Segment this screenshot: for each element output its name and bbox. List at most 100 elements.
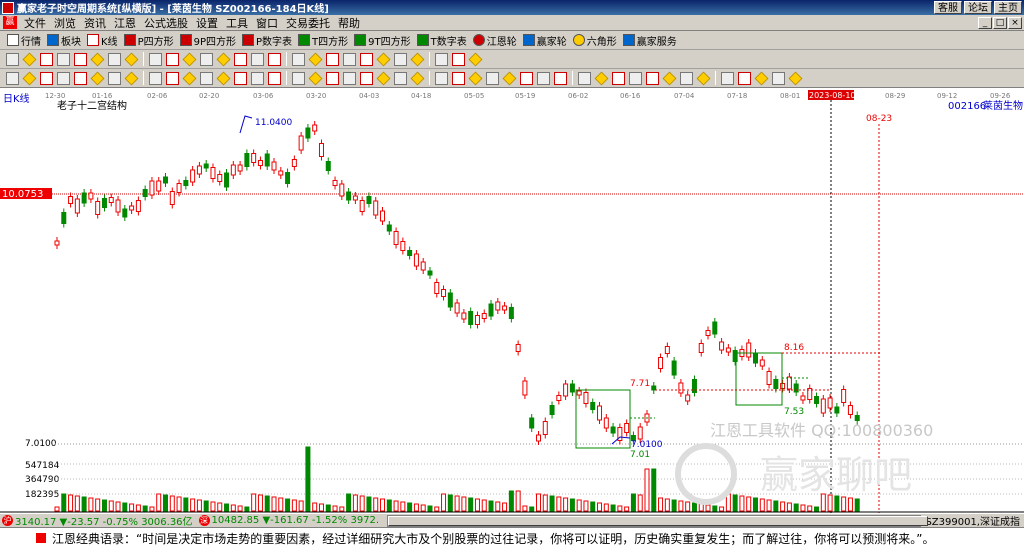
analysis-tool-1-icon[interactable] — [22, 71, 37, 85]
draw-tool-2-icon[interactable] — [40, 52, 53, 66]
analysis-tool-49-icon[interactable] — [788, 71, 803, 85]
analysis-tool-32-icon[interactable] — [520, 71, 533, 85]
draw-tool-11-icon[interactable] — [182, 52, 197, 66]
menu-help[interactable]: 帮助 — [334, 15, 364, 31]
analysis-tool-46-icon[interactable] — [738, 71, 751, 85]
analysis-tool-34-icon[interactable] — [554, 71, 567, 85]
analysis-tool-29-icon[interactable] — [468, 71, 483, 85]
analysis-tool-38-icon[interactable] — [612, 71, 625, 85]
draw-tool-1-icon[interactable] — [22, 52, 37, 66]
analysis-tool-6-icon[interactable] — [108, 71, 121, 85]
analysis-tool-20-icon[interactable] — [326, 71, 339, 85]
analysis-tool-16-icon[interactable] — [268, 71, 281, 85]
kline-button[interactable]: K线 — [84, 33, 121, 48]
analysis-tool-10-icon[interactable] — [166, 71, 179, 85]
winner-service-button[interactable]: 赢家服务 — [620, 33, 680, 48]
analysis-tool-33-icon[interactable] — [537, 71, 550, 85]
analysis-tool-15-icon[interactable] — [251, 71, 264, 85]
analysis-tool-36-icon[interactable] — [578, 71, 591, 85]
analysis-tool-3-icon[interactable] — [57, 71, 70, 85]
analysis-tool-19-icon[interactable] — [308, 71, 323, 85]
draw-tool-19-icon[interactable] — [308, 52, 323, 66]
scrollbar-thumb[interactable] — [388, 515, 929, 526]
9p-square-button[interactable]: 9P四方形 — [177, 33, 239, 48]
draw-tool-0-icon[interactable] — [6, 52, 19, 66]
analysis-tool-43-icon[interactable] — [696, 71, 711, 85]
analysis-tool-14-icon[interactable] — [234, 71, 247, 85]
p-number-table-button[interactable]: P数字表 — [239, 33, 295, 48]
quote-button[interactable]: 行情 — [4, 33, 44, 48]
close-button[interactable]: × — [1008, 16, 1022, 29]
analysis-tool-47-icon[interactable] — [754, 71, 769, 85]
restore-button[interactable]: □ — [993, 16, 1007, 29]
menu-tools[interactable]: 工具 — [222, 15, 252, 31]
menu-window[interactable]: 窗口 — [252, 15, 282, 31]
draw-tool-27-icon[interactable] — [435, 52, 448, 66]
analysis-tool-2-icon[interactable] — [40, 71, 53, 85]
analysis-tool-45-icon[interactable] — [721, 71, 734, 85]
draw-tool-16-icon[interactable] — [268, 52, 281, 66]
draw-tool-5-icon[interactable] — [90, 52, 105, 66]
draw-tool-14-icon[interactable] — [234, 52, 247, 66]
menu-news[interactable]: 资讯 — [80, 15, 110, 31]
menu-file[interactable]: 文件 — [20, 15, 50, 31]
analysis-tool-48-icon[interactable] — [772, 71, 785, 85]
analysis-tool-23-icon[interactable] — [376, 71, 391, 85]
draw-tool-7-icon[interactable] — [124, 52, 139, 66]
chart-scrollbar[interactable] — [387, 514, 929, 527]
draw-tool-13-icon[interactable] — [216, 52, 231, 66]
draw-tool-6-icon[interactable] — [108, 52, 121, 66]
hexagon-button[interactable]: 六角形 — [570, 33, 620, 48]
draw-tool-10-icon[interactable] — [166, 52, 179, 66]
sz-ticker[interactable]: SZ399001,深证成指 — [925, 513, 1024, 528]
analysis-tool-13-icon[interactable] — [216, 71, 231, 85]
analysis-tool-24-icon[interactable] — [394, 71, 407, 85]
draw-tool-20-icon[interactable] — [326, 52, 339, 66]
menu-gann[interactable]: 江恩 — [110, 15, 140, 31]
t-square-button[interactable]: T四方形 — [295, 33, 351, 48]
t-number-table-button[interactable]: T数字表 — [414, 33, 470, 48]
analysis-tool-9-icon[interactable] — [149, 71, 162, 85]
analysis-tool-22-icon[interactable] — [360, 71, 373, 85]
draw-tool-29-icon[interactable] — [468, 52, 483, 66]
analysis-tool-5-icon[interactable] — [90, 71, 105, 85]
draw-tool-24-icon[interactable] — [394, 52, 407, 66]
p-square-button[interactable]: P四方形 — [121, 33, 177, 48]
draw-tool-4-icon[interactable] — [74, 52, 87, 66]
menu-browse[interactable]: 浏览 — [50, 15, 80, 31]
analysis-tool-37-icon[interactable] — [594, 71, 609, 85]
analysis-tool-21-icon[interactable] — [343, 71, 356, 85]
draw-tool-3-icon[interactable] — [57, 52, 70, 66]
winner-wheel-button[interactable]: 赢家轮 — [520, 33, 570, 48]
gann-wheel-button[interactable]: 江恩轮 — [470, 33, 520, 48]
analysis-tool-31-icon[interactable] — [502, 71, 517, 85]
menu-formula[interactable]: 公式选股 — [140, 15, 192, 31]
draw-tool-22-icon[interactable] — [360, 52, 373, 66]
menu-settings[interactable]: 设置 — [192, 15, 222, 31]
analysis-tool-7-icon[interactable] — [124, 71, 139, 85]
analysis-tool-39-icon[interactable] — [629, 71, 642, 85]
draw-tool-12-icon[interactable] — [200, 52, 213, 66]
analysis-tool-40-icon[interactable] — [646, 71, 659, 85]
draw-tool-18-icon[interactable] — [292, 52, 305, 66]
analysis-tool-25-icon[interactable] — [410, 71, 425, 85]
menu-trade[interactable]: 交易委托 — [282, 15, 334, 31]
draw-tool-28-icon[interactable] — [452, 52, 465, 66]
analysis-tool-11-icon[interactable] — [182, 71, 197, 85]
analysis-tool-41-icon[interactable] — [662, 71, 677, 85]
analysis-tool-18-icon[interactable] — [292, 71, 305, 85]
forum-button[interactable]: 论坛 — [964, 1, 992, 14]
draw-tool-21-icon[interactable] — [343, 52, 356, 66]
analysis-tool-42-icon[interactable] — [680, 71, 693, 85]
draw-tool-25-icon[interactable] — [410, 52, 425, 66]
kline-chart[interactable]: 日K线 老子十二宫结构 002166 莱茵生物 12-30 01-16 02-06 0… — [0, 88, 1024, 513]
draw-tool-9-icon[interactable] — [149, 52, 162, 66]
analysis-tool-27-icon[interactable] — [435, 71, 448, 85]
analysis-tool-0-icon[interactable] — [6, 71, 19, 85]
minimize-button[interactable]: _ — [978, 16, 992, 29]
draw-tool-15-icon[interactable] — [251, 52, 264, 66]
analysis-tool-4-icon[interactable] — [74, 71, 87, 85]
analysis-tool-28-icon[interactable] — [452, 71, 465, 85]
analysis-tool-30-icon[interactable] — [486, 71, 499, 85]
analysis-tool-12-icon[interactable] — [200, 71, 213, 85]
